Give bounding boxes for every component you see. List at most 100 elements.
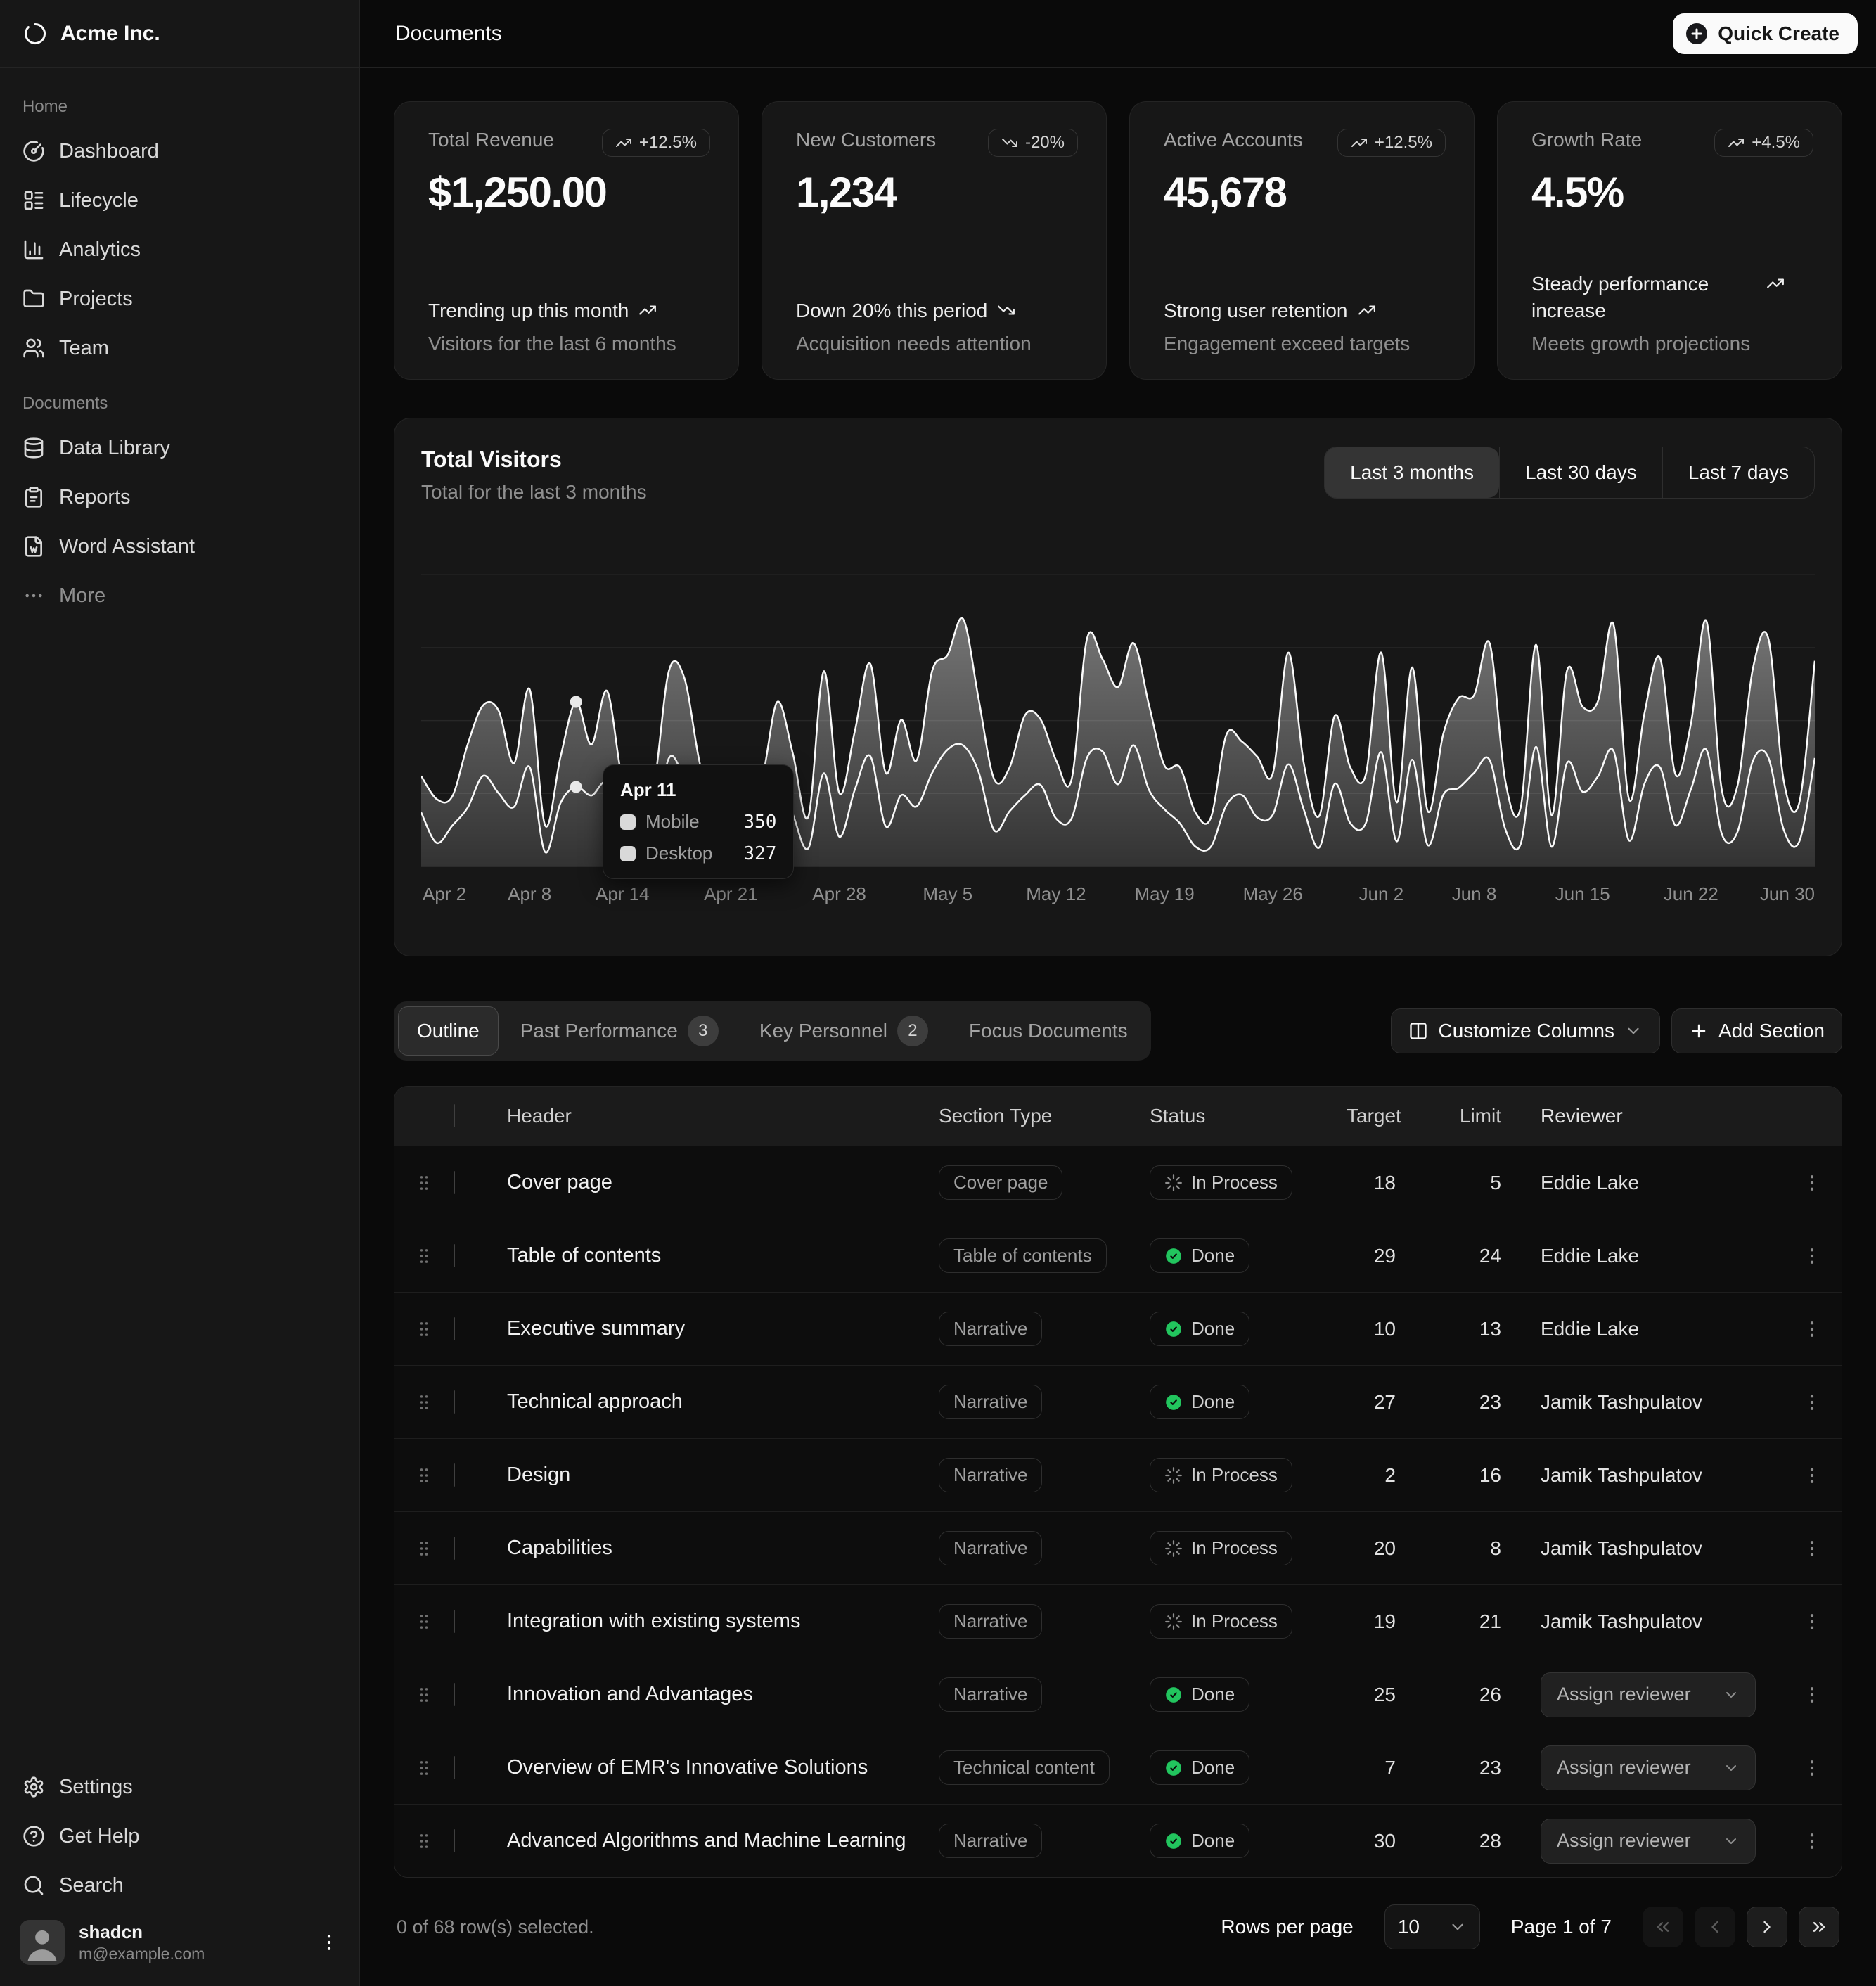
- row-header[interactable]: Innovation and Advantages: [507, 1683, 939, 1706]
- row-checkbox[interactable]: [454, 1610, 455, 1633]
- tab-key-personnel[interactable]: Key Personnel2: [740, 1006, 947, 1056]
- row-checkbox[interactable]: [454, 1537, 455, 1560]
- user-name: shadcn: [79, 1921, 304, 1943]
- drag-handle[interactable]: [394, 1685, 454, 1705]
- row-target[interactable]: 25: [1347, 1684, 1424, 1706]
- row-header[interactable]: Table of contents: [507, 1244, 939, 1267]
- row-header[interactable]: Capabilities: [507, 1537, 939, 1560]
- row-checkbox[interactable]: [454, 1390, 455, 1414]
- row-actions-kebab[interactable]: [1782, 1757, 1842, 1779]
- sidebar-item-settings[interactable]: Settings: [11, 1762, 348, 1812]
- row-checkbox[interactable]: [454, 1683, 455, 1706]
- row-target[interactable]: 10: [1347, 1318, 1424, 1340]
- row-target[interactable]: 7: [1347, 1757, 1424, 1779]
- assign-reviewer-select[interactable]: Assign reviewer: [1541, 1672, 1756, 1717]
- sidebar-item-data-library[interactable]: Data Library: [11, 423, 348, 473]
- drag-handle[interactable]: [394, 1319, 454, 1339]
- drag-handle[interactable]: [394, 1758, 454, 1778]
- row-header[interactable]: Design: [507, 1463, 939, 1487]
- row-limit[interactable]: 16: [1424, 1464, 1529, 1487]
- quick-create-button[interactable]: Quick Create: [1673, 13, 1858, 54]
- row-header[interactable]: Advanced Algorithms and Machine Learning: [507, 1829, 939, 1852]
- assign-reviewer-select[interactable]: Assign reviewer: [1541, 1745, 1756, 1790]
- chevrons-right-button[interactable]: [1799, 1907, 1839, 1947]
- row-checkbox[interactable]: [454, 1756, 455, 1779]
- row-checkbox[interactable]: [454, 1463, 455, 1487]
- row-limit[interactable]: 5: [1424, 1172, 1529, 1194]
- row-header[interactable]: Technical approach: [507, 1390, 939, 1414]
- add-section-button[interactable]: Add Section: [1671, 1008, 1842, 1053]
- range-option-last-7-days[interactable]: Last 7 days: [1662, 447, 1814, 498]
- sidebar-item-reports[interactable]: Reports: [11, 473, 348, 522]
- row-target[interactable]: 29: [1347, 1245, 1424, 1267]
- tab-outline[interactable]: Outline: [398, 1006, 499, 1056]
- sidebar-item-team[interactable]: Team: [11, 323, 348, 373]
- chevron-down-icon: [1624, 1022, 1643, 1040]
- row-checkbox[interactable]: [454, 1317, 455, 1340]
- row-limit[interactable]: 21: [1424, 1610, 1529, 1633]
- sidebar-item-lifecycle[interactable]: Lifecycle: [11, 176, 348, 225]
- section-type-badge: Narrative: [939, 1312, 1042, 1346]
- row-limit[interactable]: 8: [1424, 1537, 1529, 1560]
- brand[interactable]: Acme Inc.: [0, 0, 359, 68]
- row-actions-kebab[interactable]: [1782, 1684, 1842, 1705]
- row-checkbox[interactable]: [454, 1829, 455, 1852]
- row-target[interactable]: 27: [1347, 1391, 1424, 1414]
- svg-text:May 12: May 12: [1026, 883, 1086, 904]
- drag-handle[interactable]: [394, 1173, 454, 1193]
- row-actions-kebab[interactable]: [1782, 1465, 1842, 1486]
- check-circle-icon: [1164, 1832, 1183, 1850]
- sidebar-item-dashboard[interactable]: Dashboard: [11, 127, 348, 176]
- row-limit[interactable]: 13: [1424, 1318, 1529, 1340]
- row-limit[interactable]: 23: [1424, 1391, 1529, 1414]
- row-actions-kebab[interactable]: [1782, 1319, 1842, 1340]
- row-limit[interactable]: 23: [1424, 1757, 1529, 1779]
- drag-handle[interactable]: [394, 1466, 454, 1485]
- row-actions-kebab[interactable]: [1782, 1611, 1842, 1632]
- row-target[interactable]: 19: [1347, 1610, 1424, 1633]
- row-checkbox[interactable]: [454, 1244, 455, 1267]
- rows-per-page-select[interactable]: 10: [1384, 1904, 1480, 1949]
- row-header[interactable]: Executive summary: [507, 1317, 939, 1340]
- row-limit[interactable]: 28: [1424, 1830, 1529, 1852]
- row-actions-kebab[interactable]: [1782, 1831, 1842, 1852]
- row-checkbox[interactable]: [454, 1171, 455, 1194]
- row-limit[interactable]: 26: [1424, 1684, 1529, 1706]
- user-menu[interactable]: shadcn m@example.com: [11, 1910, 348, 1975]
- select-all-checkbox[interactable]: [454, 1104, 455, 1127]
- sidebar-item-get-help[interactable]: Get Help: [11, 1812, 348, 1861]
- user-avatar: [20, 1920, 65, 1965]
- sidebar-item-search[interactable]: Search: [11, 1861, 348, 1910]
- stat-card-0: Total Revenue+12.5%$1,250.00Trending up …: [394, 101, 739, 380]
- drag-handle[interactable]: [394, 1539, 454, 1558]
- visitors-area-chart[interactable]: Apr 2Apr 8Apr 14Apr 21Apr 28May 5May 12M…: [421, 536, 1815, 909]
- tab-focus-documents[interactable]: Focus Documents: [950, 1006, 1147, 1056]
- tab-past-performance[interactable]: Past Performance3: [501, 1006, 738, 1056]
- row-header[interactable]: Overview of EMR's Innovative Solutions: [507, 1756, 939, 1779]
- row-header[interactable]: Integration with existing systems: [507, 1610, 939, 1633]
- row-actions-kebab[interactable]: [1782, 1245, 1842, 1267]
- row-limit[interactable]: 24: [1424, 1245, 1529, 1267]
- range-option-last-3-months[interactable]: Last 3 months: [1325, 447, 1499, 498]
- row-actions-kebab[interactable]: [1782, 1172, 1842, 1193]
- row-target[interactable]: 30: [1347, 1830, 1424, 1852]
- row-actions-kebab[interactable]: [1782, 1392, 1842, 1413]
- sidebar-item-word-assistant[interactable]: Word Assistant: [11, 522, 348, 571]
- sidebar-item-analytics[interactable]: Analytics: [11, 225, 348, 274]
- row-target[interactable]: 18: [1347, 1172, 1424, 1194]
- sidebar-item-more[interactable]: More: [11, 571, 348, 620]
- row-actions-kebab[interactable]: [1782, 1538, 1842, 1559]
- drag-handle[interactable]: [394, 1392, 454, 1412]
- row-target[interactable]: 2: [1347, 1464, 1424, 1487]
- row-target[interactable]: 20: [1347, 1537, 1424, 1560]
- drag-handle[interactable]: [394, 1831, 454, 1851]
- row-header[interactable]: Cover page: [507, 1171, 939, 1194]
- drag-handle[interactable]: [394, 1246, 454, 1266]
- assign-reviewer-select[interactable]: Assign reviewer: [1541, 1819, 1756, 1864]
- drag-handle[interactable]: [394, 1612, 454, 1632]
- trending-up-icon: [1728, 134, 1745, 151]
- sidebar-item-projects[interactable]: Projects: [11, 274, 348, 323]
- range-option-last-30-days[interactable]: Last 30 days: [1499, 447, 1662, 498]
- chevron-right-button[interactable]: [1747, 1907, 1787, 1947]
- customize-columns-button[interactable]: Customize Columns: [1391, 1008, 1660, 1053]
